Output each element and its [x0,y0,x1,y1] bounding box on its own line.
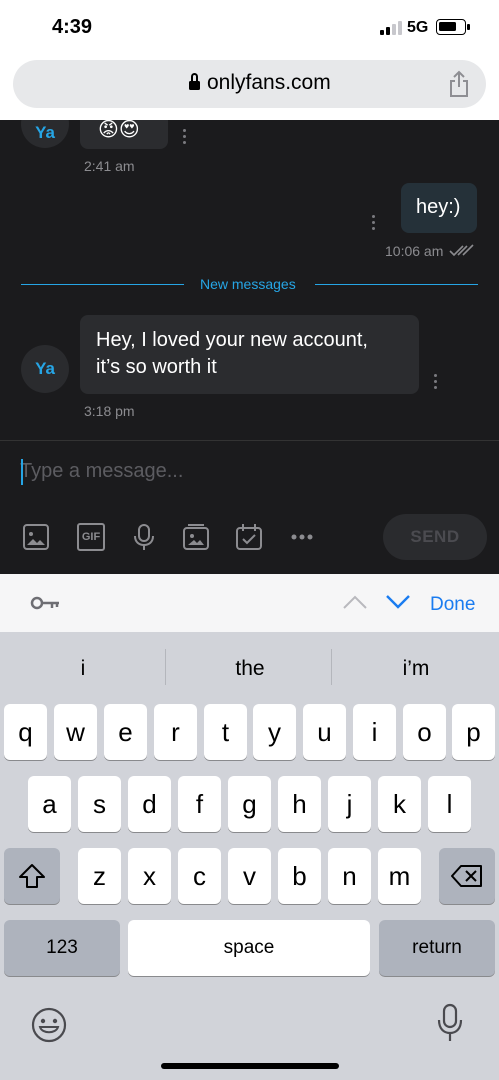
key-h[interactable]: h [278,776,321,832]
microphone-icon[interactable] [130,523,158,551]
key-m[interactable]: m [378,848,421,904]
shift-key[interactable] [4,848,60,904]
done-button[interactable]: Done [430,594,475,616]
url-text[interactable]: onlyfans.com [207,71,331,95]
chevron-down-icon[interactable] [385,594,411,610]
backspace-icon [451,865,482,887]
key-a[interactable]: a [28,776,71,832]
key-v[interactable]: v [228,848,271,904]
key-p[interactable]: p [452,704,495,760]
message-options-icon[interactable] [183,129,187,145]
schedule-icon[interactable] [235,523,263,551]
suggestion-separator [165,649,166,685]
status-time: 4:39 [52,16,93,38]
share-icon[interactable] [447,70,471,98]
key-x[interactable]: x [128,848,171,904]
suggestion-separator [331,649,332,685]
key-u[interactable]: u [303,704,346,760]
space-key[interactable]: space [128,920,370,976]
read-receipt-icon [449,244,474,257]
key-z[interactable]: z [78,848,121,904]
key-e[interactable]: e [104,704,147,760]
message-bubble-outgoing[interactable]: hey:) [401,183,477,233]
message-time: 2:41 am [84,158,135,174]
message-options-icon[interactable] [434,374,438,390]
address-bar[interactable]: onlyfans.com [13,60,486,108]
emoji-content: 😡😍 [98,120,140,141]
divider-right [315,284,478,285]
image-icon[interactable] [22,523,50,551]
battery-icon [436,19,470,35]
key-k[interactable]: k [378,776,421,832]
message-composer: GIF SEND [0,440,499,574]
delete-key[interactable] [439,848,495,904]
key-l[interactable]: l [428,776,471,832]
key-w[interactable]: w [54,704,97,760]
key-g[interactable]: g [228,776,271,832]
avatar-initials: Ya [35,359,55,378]
suggestion-item[interactable]: i [3,657,163,681]
key-b[interactable]: b [278,848,321,904]
key-o[interactable]: o [403,704,446,760]
numbers-key[interactable]: 123 [4,920,120,976]
chevron-up-icon[interactable] [342,594,368,610]
vault-icon[interactable] [182,523,210,551]
key-q[interactable]: q [4,704,47,760]
key-f[interactable]: f [178,776,221,832]
shift-icon [19,864,45,888]
home-indicator [161,1063,339,1069]
status-bar: 4:39 5G [0,0,499,56]
message-bubble-incoming[interactable]: Hey, I loved your new account, it’s so w… [80,315,419,394]
message-time: 3:18 pm [84,403,135,419]
message-time: 10:06 am [385,243,444,259]
key-i[interactable]: i [353,704,396,760]
chat-thread[interactable]: Ya 😡😍 2:41 am hey:) 10:06 am New message… [0,120,499,440]
new-messages-label: New messages [200,276,296,292]
key-r[interactable]: r [154,704,197,760]
key-d[interactable]: d [128,776,171,832]
password-key-icon[interactable] [30,596,60,610]
key-n[interactable]: n [328,848,371,904]
more-options-icon[interactable] [289,523,317,551]
message-text-line1: Hey, I loved your new account, [96,329,368,351]
signal-icon [380,21,402,35]
keyboard-accessory-bar: Done [0,574,499,633]
emoji-icon[interactable] [31,1007,67,1043]
avatar[interactable]: Ya [21,120,69,148]
message-options-icon[interactable] [372,215,376,231]
key-c[interactable]: c [178,848,221,904]
send-button[interactable]: SEND [383,514,487,560]
key-t[interactable]: t [204,704,247,760]
gif-icon-label: GIF [81,531,101,543]
return-key[interactable]: return [379,920,495,976]
suggestion-item[interactable]: i’m [336,657,496,681]
message-input[interactable] [20,453,480,489]
avatar[interactable]: Ya [21,345,69,393]
lock-icon [189,73,200,90]
text-cursor [21,459,23,485]
browser-toolbar: onlyfans.com [0,56,499,120]
gif-icon[interactable]: GIF [77,523,105,551]
message-bubble-incoming[interactable]: 😡😍 [80,120,168,149]
suggestion-item[interactable]: the [170,657,330,681]
message-text-line2: it’s so worth it [96,356,217,378]
avatar-initials: Ya [35,123,55,142]
key-s[interactable]: s [78,776,121,832]
message-text: hey:) [416,196,461,218]
keyboard: i the i’m q w e r t y u i o p a s d f g … [0,633,499,1080]
divider-left [21,284,184,285]
key-y[interactable]: y [253,704,296,760]
key-j[interactable]: j [328,776,371,832]
network-label: 5G [407,19,429,36]
dictation-icon[interactable] [437,1003,463,1043]
